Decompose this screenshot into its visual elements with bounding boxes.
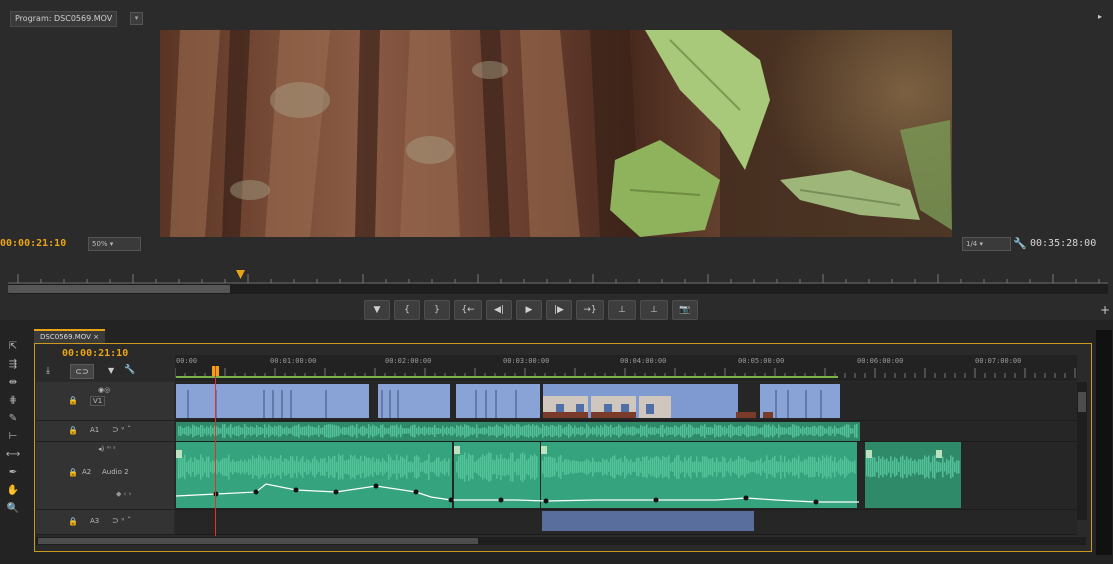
step-forward-button[interactable]: |▶ — [546, 300, 572, 320]
zoom-level-select[interactable]: 50% ▾ — [88, 237, 141, 251]
timeline-playhead-line[interactable] — [215, 366, 216, 536]
mark-in-button[interactable]: { — [394, 300, 420, 320]
panel-menu-icon[interactable]: ▸ — [1098, 12, 1102, 21]
zoom-level-value: 50% — [92, 240, 108, 248]
track-name-a2[interactable]: Audio 2 — [102, 468, 129, 476]
ruler-label: 00:03:00:00 — [503, 357, 550, 365]
speaker-icon[interactable]: ◂) ᵐ ˢ — [98, 445, 116, 453]
pen-tool-icon[interactable]: ✒ — [4, 466, 22, 480]
monitor-tab-menu-button[interactable]: ▾ — [130, 12, 143, 25]
sync-lock-icon[interactable]: ⊃ ᵛ ˆ — [112, 516, 131, 525]
slide-tool-icon[interactable]: ⟷ — [4, 448, 22, 462]
snap-icon[interactable]: ⤓ — [46, 366, 50, 376]
hand-tool-icon[interactable]: ✋ — [4, 484, 22, 498]
audio-waveforms — [176, 424, 960, 505]
go-to-out-button[interactable]: →} — [576, 300, 604, 320]
razor-tool-icon[interactable]: ✎ — [4, 412, 22, 426]
audio-clip-a3[interactable] — [542, 511, 754, 531]
track-select-tool-icon[interactable]: ⇶ — [4, 358, 22, 372]
timeline-current-timecode[interactable]: 00:00:21:10 — [62, 348, 128, 359]
track-label-a2[interactable]: A2 — [82, 468, 91, 476]
timeline-vertical-scrollbar-thumb[interactable] — [1078, 392, 1086, 412]
zoom-tool-icon[interactable]: 🔍 — [4, 502, 22, 516]
ripple-edit-tool-icon[interactable]: ⇹ — [4, 376, 22, 390]
ruler-label: 00:06:00:00 — [857, 357, 904, 365]
lift-button[interactable]: ⊥ — [608, 300, 636, 320]
step-back-button[interactable]: ◀| — [486, 300, 512, 320]
ruler-label: 00:05:00:00 — [738, 357, 785, 365]
ruler-label: 00:01:00:00 — [270, 357, 317, 365]
program-duration-timecode: 00:35:28:00 — [1030, 238, 1097, 249]
chevron-down-icon: ▾ — [979, 240, 984, 248]
ruler-label: 00:07:00:00 — [975, 357, 1022, 365]
track-header-a1: 🔒 A1 ⊃ ᵛ ˆ — [36, 421, 174, 442]
slip-tool-icon[interactable]: ⊢ — [4, 430, 22, 444]
timeline-horizontal-scrollbar-thumb[interactable] — [38, 538, 478, 544]
extract-button[interactable]: ⊥ — [640, 300, 668, 320]
track-header-a2: ◂) ᵐ ˢ 🔒 A2 Audio 2 ◆ ‹ › — [36, 442, 174, 510]
close-icon[interactable]: × — [93, 333, 99, 341]
track-label-a1[interactable]: A1 — [90, 426, 99, 434]
export-frame-button[interactable]: 📷 — [672, 300, 698, 320]
monitor-tab-bar — [0, 8, 1113, 28]
add-marker-icon[interactable]: ▼ — [108, 366, 114, 375]
transport-controls: ▼{} {← ◀| ▶ |▶ →} ⊥ ⊥ 📷 — [364, 300, 768, 320]
monitor-zoom-scrollbar-thumb[interactable] — [8, 285, 230, 293]
add-marker-button[interactable]: ▼ — [364, 300, 390, 320]
playback-resolution-select[interactable]: 1/4 ▾ — [962, 237, 1011, 251]
go-to-in-button[interactable]: {← — [454, 300, 482, 320]
mark-out-button[interactable]: } — [424, 300, 450, 320]
track-label-v1[interactable]: V1 — [90, 396, 106, 406]
timeline-settings-wrench-icon[interactable]: 🔧 — [124, 365, 135, 375]
chevron-down-icon: ▾ — [109, 240, 114, 248]
sequence-tab[interactable]: DSC0569.MOV × — [34, 329, 106, 344]
ruler-label: 00:00 — [176, 357, 198, 365]
video-clip-details — [187, 390, 822, 418]
keyframe-nav-icon[interactable]: ◆ ‹ › — [116, 490, 131, 498]
track-header-v1: 🔒 V1 ◉◎ — [36, 382, 174, 421]
work-area-bar[interactable] — [176, 376, 838, 378]
button-editor-add-button[interactable]: + — [1100, 303, 1110, 317]
ruler-label: 00:02:00:00 — [385, 357, 432, 365]
lock-icon[interactable]: 🔒 — [68, 426, 78, 435]
lock-icon[interactable]: 🔒 — [68, 396, 78, 405]
lock-icon[interactable]: 🔒 — [68, 517, 78, 526]
playback-resolution-value: 1/4 — [966, 240, 978, 248]
track-label-a3[interactable]: A3 — [90, 517, 99, 525]
ruler-label: 00:04:00:00 — [620, 357, 667, 365]
linked-selection-button[interactable]: ⊂⊃ — [70, 364, 94, 379]
selection-tool-icon[interactable]: ⇱ — [4, 340, 22, 354]
eye-icon[interactable]: ◉◎ — [98, 386, 110, 394]
play-button[interactable]: ▶ — [516, 300, 542, 320]
monitor-time-ruler[interactable] — [8, 270, 1108, 284]
program-current-timecode[interactable]: 00:00:21:10 — [0, 238, 66, 249]
program-monitor-tab[interactable]: Program: DSC0569.MOV — [10, 11, 118, 27]
lock-icon[interactable]: 🔒 — [68, 468, 78, 477]
audio-meter — [1096, 330, 1112, 555]
wrench-icon[interactable]: 🔧 — [1013, 237, 1027, 250]
tools-panel: ⇱ ⇶ ⇹ ⋕ ✎ ⊢ ⟷ ✒ ✋ 🔍 — [4, 340, 24, 530]
video-preview — [160, 30, 952, 237]
sequence-tab-label: DSC0569.MOV — [40, 333, 91, 341]
sync-lock-icon[interactable]: ⊃ ᵛ ˆ — [112, 425, 131, 434]
track-header-a3: 🔒 A3 ⊃ ᵛ ˆ — [36, 510, 174, 535]
video-frame-image — [160, 30, 952, 237]
rolling-edit-tool-icon[interactable]: ⋕ — [4, 394, 22, 408]
